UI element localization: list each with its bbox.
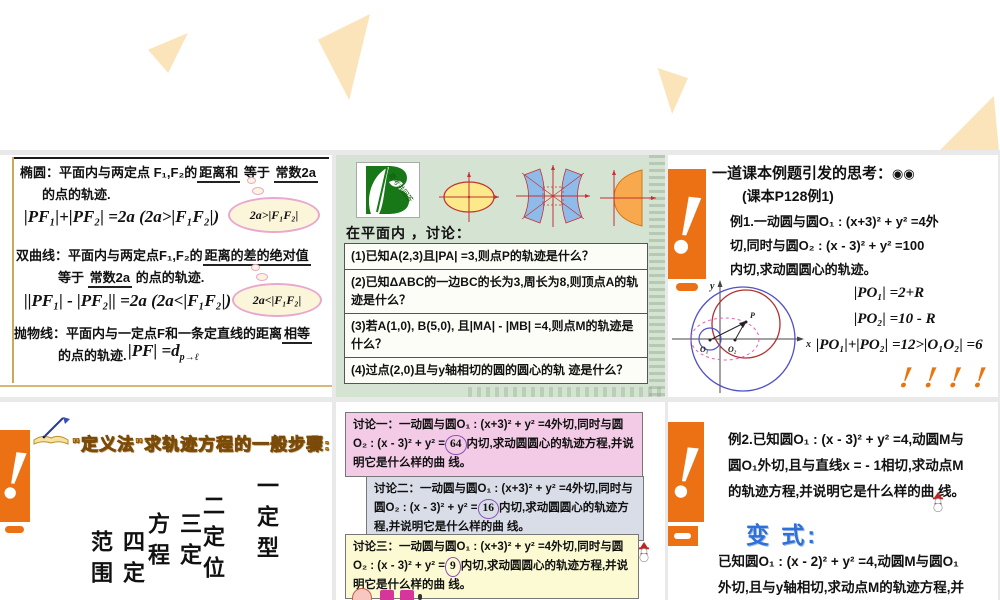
slide6-body-line2: 圆O₁外切,且与直线x = - 1相切,求动点M xyxy=(728,458,964,473)
hyperbola-formula: ||PF₁| - |PF₂|| =2a (2a<|F₁F₂|) xyxy=(24,291,232,310)
slide-1-definitions[interactable]: 椭圆：平面内与两定点 F₁,F₂的 距离和 等于 常数2a 的点的轨迹. |PF₁… xyxy=(0,155,332,397)
decor-triangle-3 xyxy=(657,68,688,114)
exclamation-glyph: ! xyxy=(668,174,709,274)
step-3: 三定方程 xyxy=(145,512,202,574)
ellipse-def-pre: 椭圆：平面内与两定点 F₁,F₂的 xyxy=(20,165,198,180)
slide1-bottom-border xyxy=(0,385,332,387)
exclamation-glyph: ! xyxy=(668,428,706,516)
slide6-body-line1: 例2.已知圆O₁ : (x - 3)² + y² =4,动圆M与 xyxy=(728,432,964,447)
hyperbola-def-pre: 双曲线：平面内与两定点F₁,F₂的 xyxy=(16,248,203,263)
eyes-icon: ◉◉ xyxy=(892,166,915,181)
slide-5-discussions[interactable]: 讨论一：一动圆与圆O₁ : (x+3)² + y² =4外切,同时与圆O₂ : … xyxy=(336,402,665,600)
diagram-o1-label: O₁ xyxy=(700,345,709,354)
slide3-subtitle: (课本P128例1) xyxy=(742,188,834,204)
question-box: (1)已知A(2,3)且|PA| =3,则点P的轨迹是什么？ (2)已知ΔABC… xyxy=(344,243,648,384)
slide1-top-border xyxy=(12,157,329,159)
ellipse-definition-line2: 的点的轨迹. xyxy=(42,187,111,202)
ellipse-def-underline2: 常数2a xyxy=(273,165,318,183)
ellipse-figure xyxy=(439,172,499,222)
snowman-icon xyxy=(639,542,649,562)
think-answer-logo: 思考并回答 xyxy=(356,162,420,218)
slide3-title: 一道课本例题引发的思考： xyxy=(712,165,893,182)
slide3-body-line2: 切,同时与圆O₂ : (x - 3)² + y² =100 xyxy=(730,238,925,253)
discussion-1-circled-number: 64 xyxy=(445,434,467,455)
diagram-x-label: x xyxy=(805,339,811,350)
cutoff-text-mark xyxy=(400,590,414,600)
slide2-texture-bottom xyxy=(467,387,665,397)
exclamation-glyph: ! xyxy=(0,435,33,516)
slide-2-discussion[interactable]: 思考并回答 在平面内 ，讨论： (1)已知A(2,3)且|PA| =3,则点P的… xyxy=(336,155,665,397)
decor-triangle-1 xyxy=(148,33,188,73)
circles-diagram: y x O₁ O₂ P xyxy=(672,280,811,393)
slide-grid: 椭圆：平面内与两定点 F₁,F₂的 距离和 等于 常数2a 的点的轨迹. |PF₁… xyxy=(0,150,1000,600)
question-4: (4)过点(2,0)且与y轴相切的圆的圆心的轨 迹是什么？ xyxy=(351,362,629,377)
snowman-icon xyxy=(933,492,943,512)
slide3-eq1: |PO₁| =2+R xyxy=(854,285,925,301)
exclamation-icon: ! xyxy=(668,422,706,522)
diagram-o2-label: O₂ xyxy=(728,345,737,354)
slide3-body-line1: 例1.一动圆与圆O₁ : (x+3)² + y² =4外 xyxy=(730,214,939,229)
slide3-eq3: |PO₁|+|PO₂| =12>|O₁O₂| =6 xyxy=(816,337,983,353)
parabola-definition-line1: 抛物线：平面内与一定点F和一条定直线的距离 相等 xyxy=(14,323,312,344)
ellipse-def-underline1: 距离和 xyxy=(197,165,241,183)
step-1: 一定型 xyxy=(254,474,279,567)
parabola-formula-sub: p→ℓ xyxy=(179,352,199,364)
ellipse-condition-cloud: 2a>|F₁F₂| xyxy=(228,197,320,233)
exclamation-dash xyxy=(5,526,24,533)
hyperbola-def-tail: 的点的轨迹. xyxy=(132,270,205,285)
variant-line2: 外切,且与y轴相切,求动点M的轨迹方程,并 xyxy=(718,580,965,595)
diagram-p-label: P xyxy=(750,311,755,320)
slide-6-example2[interactable]: ! 例2.已知圆O₁ : (x - 3)² + y² =4,动圆M与 圆O₁外切… xyxy=(668,402,998,600)
slide4-title: "定义法"求轨迹方程的一般步骤: xyxy=(72,435,331,455)
variant-label: 变 式: xyxy=(746,522,819,548)
ellipse-def-mid: 等于 xyxy=(240,165,274,180)
parabola-formula: |PF| =dp→ℓ xyxy=(128,341,199,363)
parabola-figure xyxy=(600,169,656,227)
variant-line3-cutoff: 说明它是什么样的曲线 xyxy=(718,596,853,600)
pen-book-icon xyxy=(33,417,70,445)
hyperbola-figure xyxy=(516,165,590,227)
discussion-2-circled-number: 16 xyxy=(477,498,500,519)
exclamation-icon: ! xyxy=(0,430,33,522)
exclamation-icon: ! xyxy=(668,169,709,279)
hyperbola-def-underline2: 常数2a xyxy=(87,270,133,288)
discussion-3-circled-number: 9 xyxy=(445,556,461,577)
slide1-left-border xyxy=(12,157,14,383)
question-2: (2)已知ΔABC的一边BC的长为3,周长为8,则顶点A的轨迹是什么？ xyxy=(345,270,647,314)
ellipse-definition-line1: 椭圆：平面内与两定点 F₁,F₂的 距离和 等于 常数2a xyxy=(20,162,318,183)
cutoff-text-mark xyxy=(418,594,422,600)
variant-line1: 已知圆O₁ : (x - 2)² + y² =4,动圆M与圆O₁ xyxy=(718,554,959,569)
hyperbola-definition-line2: 等于 常数2a 的点的轨迹. xyxy=(58,267,205,288)
parabola-formula-main: |PF| =d xyxy=(128,341,180,360)
exclamation-dot-block xyxy=(668,526,698,546)
slide-4-method-steps[interactable]: ! "定义法"求轨迹方程的一般步骤: 一定型 二定位 三定方程 四定范围 xyxy=(0,402,332,600)
slide3-title-row: 一道课本例题引发的思考：◉◉ xyxy=(712,162,915,183)
hyperbola-def-mid: 等于 xyxy=(58,270,88,285)
slide-3-example1[interactable]: ! 一道课本例题引发的思考：◉◉ (课本P128例1) 例1.一动圆与圆O₁ :… xyxy=(668,155,998,397)
cloud-puff xyxy=(256,273,268,281)
cloud-puff xyxy=(247,177,256,184)
cutoff-text-mark xyxy=(380,590,394,600)
parabola-definition-line2: 的点的轨迹. xyxy=(58,348,127,363)
slide-sorter-page: 椭圆：平面内与两定点 F₁,F₂的 距离和 等于 常数2a 的点的轨迹. |PF₁… xyxy=(0,0,1000,600)
decor-triangle-2 xyxy=(318,14,370,100)
hyperbola-definition-line1: 双曲线：平面内与两定点F₁,F₂的 距离的差的绝对值 xyxy=(16,245,311,266)
ellipse-formula: |PF₁|+|PF₂| =2a (2a>|F₁F₂|) xyxy=(24,207,220,226)
cloud-puff xyxy=(252,187,264,195)
discussion-1-box: 讨论一：一动圆与圆O₁ : (x+3)² + y² =4外切,同时与圆O₂ : … xyxy=(345,412,643,478)
hyperbola-condition-cloud: 2a<|F₁F₂| xyxy=(232,283,322,317)
question-1: (1)已知A(2,3)且|PA| =3,则点P的轨迹是什么？ xyxy=(345,244,647,270)
diagram-y-label: y xyxy=(709,281,715,292)
cloud-puff xyxy=(251,264,260,271)
parabola-def-pre: 抛物线：平面内与一定点F和一条定直线的距离 xyxy=(14,326,282,341)
slide3-body-line3: 内切,求动圆圆心的轨迹。 xyxy=(730,262,877,277)
step-4: 四定范围 xyxy=(88,530,145,592)
slide2-intro: 在平面内 ，讨论： xyxy=(346,225,471,241)
question-3: (3)若A(1,0), B(5,0), 且|MA| - |MB| =4,则点M的… xyxy=(345,314,647,358)
parabola-def-underline: 相等 xyxy=(281,326,312,344)
bangs-decoration: !!!! xyxy=(897,361,998,394)
slide3-eq2: |PO₂| =10 - R xyxy=(854,311,936,327)
discussion-2-box: 讨论二：一动圆与圆O₁ : (x+3)² + y² =4外切,同时与圆O₂ : … xyxy=(366,476,644,542)
